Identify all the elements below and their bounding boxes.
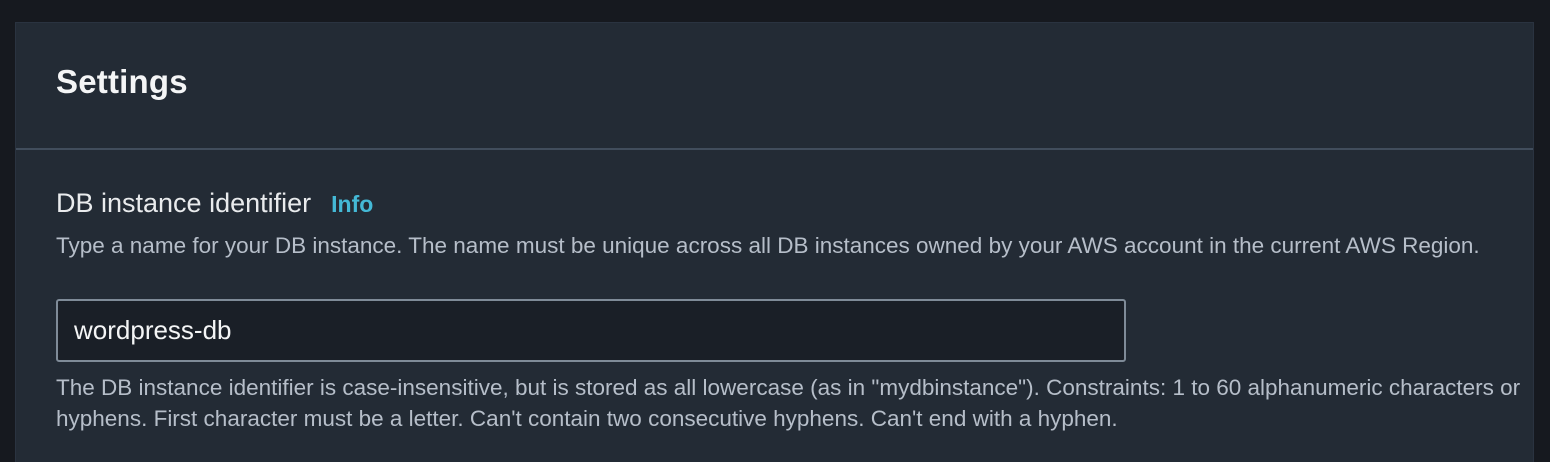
db-identifier-constraint: The DB instance identifier is case-insen… — [56, 375, 1521, 431]
info-link[interactable]: Info — [331, 191, 373, 218]
panel-header: Settings — [16, 23, 1533, 150]
db-identifier-label-row: DB instance identifier Info — [56, 188, 373, 219]
settings-panel: Settings DB instance identifier Info Typ… — [15, 22, 1534, 462]
panel-title: Settings — [56, 63, 188, 100]
db-identifier-input[interactable] — [56, 299, 1126, 362]
db-identifier-label: DB instance identifier — [56, 188, 312, 218]
db-identifier-description: Type a name for your DB instance. The na… — [56, 233, 1480, 258]
